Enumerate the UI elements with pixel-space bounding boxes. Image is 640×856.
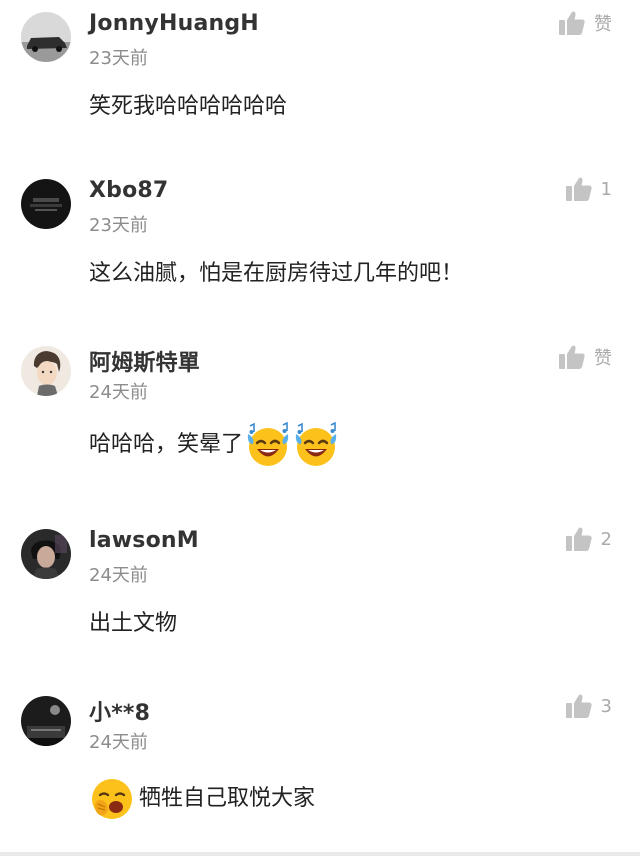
username[interactable]: Xbo87: [89, 178, 168, 203]
avatar[interactable]: [21, 529, 71, 579]
car-photo-icon: [21, 12, 71, 62]
comment-text: 哈哈哈，笑晕了: [89, 422, 339, 468]
thumbs-up-icon: [559, 11, 585, 35]
like-count: 赞: [594, 14, 612, 35]
comment-text-body: 笑死我哈哈哈哈哈哈: [89, 94, 288, 119]
like-count: 1: [600, 178, 612, 200]
thumbs-up-icon: [565, 177, 592, 201]
comment-text-body: 出土文物: [89, 611, 178, 636]
comment-item: lawsonM 24天前 2 出土文物: [0, 517, 640, 684]
thumbs-up-icon: [565, 694, 592, 718]
dark-portrait-icon: [21, 529, 71, 579]
dark-logo-icon: [21, 179, 71, 229]
comment-text-body: 这么油腻，怕是在厨房待过几年的吧！: [89, 261, 464, 286]
thumbs-up-icon: [565, 527, 592, 551]
comment-text: 笑死我哈哈哈哈哈哈: [89, 93, 287, 121]
like-button[interactable]: 赞: [559, 10, 612, 36]
like-count: 3: [600, 695, 612, 717]
thumbs-up-icon: [559, 345, 585, 369]
comment-time: 24天前: [89, 565, 148, 586]
comment-item: JonnyHuangH 23天前 赞 笑死我哈哈哈哈哈哈: [0, 0, 640, 167]
comment-text: 出土文物: [89, 610, 177, 638]
comment-item: 阿姆斯特單 24天前 赞 哈哈哈，笑晕了: [0, 334, 640, 501]
username[interactable]: JonnyHuangH: [89, 11, 259, 36]
comment-text-body: 哈哈哈，笑晕了: [89, 432, 244, 457]
comment-text: 牺牲自己取悦大家: [89, 776, 315, 822]
comment-time: 24天前: [89, 382, 148, 403]
username[interactable]: 阿姆斯特單: [89, 345, 200, 377]
anime-man-icon: [21, 346, 71, 396]
comment-text-body: 牺牲自己取悦大家: [139, 786, 316, 811]
dark-scene-icon: [21, 696, 71, 746]
yawning-face-emoji-icon: [89, 776, 135, 822]
like-count: 赞: [594, 348, 612, 369]
like-button[interactable]: 3: [565, 694, 612, 718]
laughing-tears-emoji-icon: [293, 422, 339, 468]
username[interactable]: lawsonM: [89, 528, 199, 553]
laughing-tears-emoji-icon: [245, 422, 291, 468]
comment-item: 小**8 24天前 3 牺牲自己取悦大家: [0, 684, 640, 851]
avatar[interactable]: [21, 179, 71, 229]
comment-time: 23天前: [89, 48, 148, 69]
avatar[interactable]: [21, 346, 71, 396]
comment-time: 23天前: [89, 215, 148, 236]
avatar[interactable]: [21, 12, 71, 62]
username[interactable]: 小**8: [89, 695, 150, 727]
comment-time: 24天前: [89, 732, 148, 753]
bottom-divider: [0, 852, 640, 856]
comment-item: Xbo87 23天前 1 这么油腻，怕是在厨房待过几年的吧！: [0, 167, 640, 334]
like-button[interactable]: 赞: [559, 344, 612, 370]
comment-text: 这么油腻，怕是在厨房待过几年的吧！: [89, 260, 463, 288]
like-button[interactable]: 1: [565, 177, 612, 201]
like-count: 2: [600, 528, 612, 550]
avatar[interactable]: [21, 696, 71, 746]
like-button[interactable]: 2: [565, 527, 612, 551]
